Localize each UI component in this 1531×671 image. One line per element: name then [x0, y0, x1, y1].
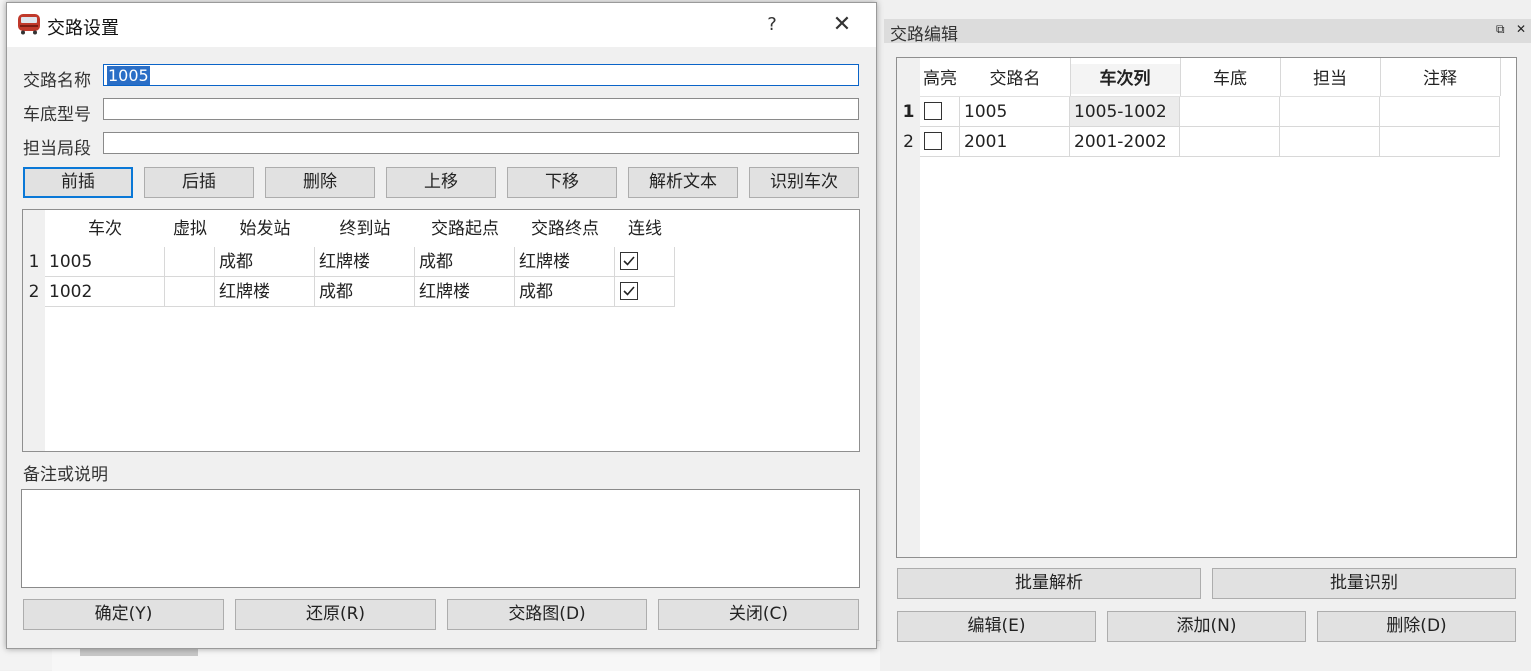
cell-virtual[interactable] [165, 277, 215, 307]
delete-button[interactable]: 删除(D) [1317, 611, 1516, 642]
route-settings-dialog: 交路设置 ? ✕ 交路名称 1005 车底型号 担当局段 前插 后插 删除 上移… [6, 2, 877, 649]
col-header-route-end[interactable]: 交路终点 [515, 214, 615, 244]
note-label: 备注或说明 [23, 465, 108, 485]
close-icon[interactable]: ✕ [825, 11, 859, 39]
cell-note[interactable] [1380, 97, 1500, 127]
delete-row-button[interactable]: 删除 [265, 167, 375, 198]
cell-car-model[interactable] [1180, 127, 1280, 157]
cell-note[interactable] [1380, 127, 1500, 157]
row-number[interactable]: 1 [23, 247, 45, 277]
col-header-note[interactable]: 注释 [1380, 64, 1500, 94]
confirm-button[interactable]: 确定(Y) [23, 599, 224, 630]
row-number[interactable]: 1 [897, 97, 920, 127]
cell-origin[interactable]: 成都 [215, 247, 315, 277]
car-model-input[interactable] [103, 98, 859, 120]
edit-button[interactable]: 编辑(E) [897, 611, 1096, 642]
restore-button[interactable]: 还原(R) [235, 599, 436, 630]
dialog-titlebar: 交路设置 ? ✕ [7, 3, 876, 47]
cell-route-start[interactable]: 成都 [415, 247, 515, 277]
help-button[interactable]: ? [757, 11, 787, 39]
note-textarea[interactable] [21, 489, 860, 588]
col-header-bureau[interactable]: 担当 [1280, 64, 1380, 94]
cell-destination[interactable]: 红牌楼 [315, 247, 415, 277]
header-divider [1070, 58, 1071, 96]
move-up-button[interactable]: 上移 [386, 167, 496, 198]
col-header-train[interactable]: 车次 [45, 214, 165, 244]
route-name-input[interactable]: 1005 [103, 64, 859, 86]
cell-highlight [920, 97, 960, 127]
close-button[interactable]: 关闭(C) [658, 599, 859, 630]
route-diagram-button[interactable]: 交路图(D) [447, 599, 647, 630]
cell-highlight [920, 127, 960, 157]
highlight-checkbox[interactable] [924, 132, 942, 150]
col-header-destination[interactable]: 终到站 [315, 214, 415, 244]
linked-checkbox[interactable] [620, 252, 638, 270]
col-header-train-list[interactable]: 车次列 [1070, 64, 1180, 94]
linked-checkbox[interactable] [620, 282, 638, 300]
train-app-icon [18, 14, 40, 35]
cell-route-end[interactable]: 红牌楼 [515, 247, 615, 277]
cell-origin[interactable]: 红牌楼 [215, 277, 315, 307]
header-divider [1380, 58, 1381, 96]
col-header-origin[interactable]: 始发站 [215, 214, 315, 244]
header-divider [1500, 58, 1501, 96]
cell-route-name[interactable]: 2001 [960, 127, 1070, 157]
parse-text-button[interactable]: 解析文本 [628, 167, 738, 198]
cell-train-list[interactable]: 1005-1002 [1070, 97, 1180, 127]
cell-car-model[interactable] [1180, 97, 1280, 127]
batch-parse-button[interactable]: 批量解析 [897, 568, 1201, 599]
cell-train[interactable]: 1002 [45, 277, 165, 307]
col-header-highlight[interactable]: 高亮 [920, 64, 960, 94]
dialog-title: 交路设置 [47, 18, 119, 39]
row-number[interactable]: 2 [897, 127, 920, 157]
route-name-value: 1005 [107, 66, 150, 85]
cell-bureau[interactable] [1280, 127, 1380, 157]
col-header-linked[interactable]: 连线 [615, 214, 675, 244]
car-model-label: 车底型号 [23, 105, 91, 125]
cell-route-end[interactable]: 成都 [515, 277, 615, 307]
panel-close-icon[interactable]: ✕ [1516, 22, 1526, 36]
panel-title: 交路编辑 [890, 25, 958, 45]
move-down-button[interactable]: 下移 [507, 167, 617, 198]
identify-trains-button[interactable]: 识别车次 [749, 167, 859, 198]
cell-train-list[interactable]: 2001-2002 [1070, 127, 1180, 157]
col-header-virtual[interactable]: 虚拟 [165, 214, 215, 244]
batch-identify-button[interactable]: 批量识别 [1212, 568, 1516, 599]
cell-linked [615, 247, 675, 277]
insert-before-button[interactable]: 前插 [23, 167, 133, 198]
add-button[interactable]: 添加(N) [1107, 611, 1306, 642]
cell-linked [615, 277, 675, 307]
bureau-label: 担当局段 [23, 139, 91, 159]
cell-bureau[interactable] [1280, 97, 1380, 127]
row-number[interactable]: 2 [23, 277, 45, 307]
route-name-label: 交路名称 [23, 71, 91, 91]
col-header-route-start[interactable]: 交路起点 [415, 214, 515, 244]
col-header-route-name[interactable]: 交路名 [960, 64, 1070, 94]
insert-after-button[interactable]: 后插 [144, 167, 254, 198]
cell-destination[interactable]: 成都 [315, 277, 415, 307]
route-list-table[interactable]: 高亮 交路名 车次列 车底 担当 注释 1 1005 1005-1002 2 2… [896, 57, 1517, 558]
highlight-checkbox[interactable] [924, 102, 942, 120]
train-table[interactable]: 车次 虚拟 始发站 终到站 交路起点 交路终点 连线 1 1005 成都 红牌楼… [22, 209, 860, 452]
route-edit-panel-titlebar: 交路编辑 ⧉ ✕ [884, 19, 1531, 45]
bureau-input[interactable] [103, 132, 859, 154]
cell-train[interactable]: 1005 [45, 247, 165, 277]
header-divider [1280, 58, 1281, 96]
cell-route-start[interactable]: 红牌楼 [415, 277, 515, 307]
col-header-car-model[interactable]: 车底 [1180, 64, 1280, 94]
header-divider [1180, 58, 1181, 96]
float-icon[interactable]: ⧉ [1496, 22, 1505, 37]
cell-virtual[interactable] [165, 247, 215, 277]
cell-route-name[interactable]: 1005 [960, 97, 1070, 127]
